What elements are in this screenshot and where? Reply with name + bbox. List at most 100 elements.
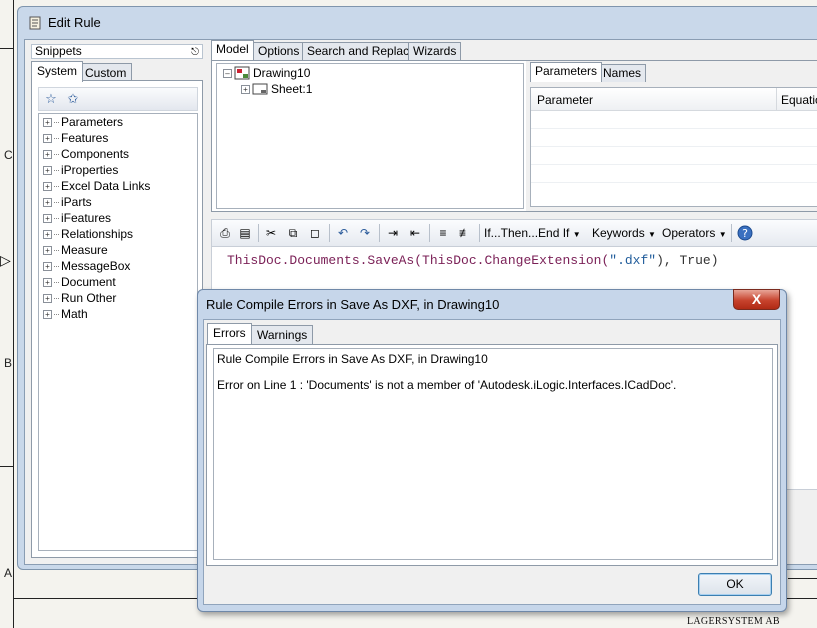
collapse-icon[interactable]: – (223, 68, 232, 78)
expand-icon[interactable]: + (43, 261, 52, 271)
model-tree: – Drawing10 + Sheet:1 (216, 63, 524, 209)
paste-icon[interactable]: ◻ (306, 223, 324, 243)
copy-icon[interactable]: ⧉ (284, 223, 302, 243)
code-toolbar: ⎙ ▤ ✂ ⧉ ◻ ↶ ↷ ⇥ ⇤ ≡ ≢ If...Then...End If… (211, 219, 817, 247)
expand-icon[interactable]: + (43, 213, 52, 223)
company-name: LAGERSYSTEM AB (687, 616, 780, 627)
expand-icon[interactable]: + (43, 133, 52, 143)
error-message: Error on Line 1 : 'Documents' is not a m… (217, 378, 677, 392)
expand-icon[interactable]: + (43, 229, 52, 239)
window-title: Edit Rule (48, 15, 101, 30)
outdent-icon[interactable]: ⇤ (406, 223, 424, 243)
tree-item-messagebox[interactable]: + MessageBox (43, 258, 130, 274)
chevron-down-icon: ▼ (648, 230, 656, 239)
expand-icon[interactable]: + (43, 149, 52, 159)
tree-node-sheet[interactable]: + Sheet:1 (241, 81, 312, 97)
pin-icon[interactable]: ⎋ (191, 46, 199, 59)
tree-item-label: Measure (61, 243, 108, 257)
tree-item-label: Features (61, 131, 109, 145)
ok-button[interactable]: OK (698, 573, 772, 596)
tree-item-iproperties[interactable]: + iProperties (43, 162, 118, 178)
window-titlebar: Edit Rule (28, 15, 101, 30)
compile-errors-dialog: Rule Compile Errors in Save As DXF, in D… (197, 289, 787, 612)
comment-icon[interactable]: ≡ (434, 223, 452, 243)
column-parameter[interactable]: Parameter (537, 93, 593, 107)
uncomment-icon[interactable]: ≢ (456, 223, 474, 243)
expand-icon[interactable]: + (43, 277, 52, 287)
tree-item-features[interactable]: + Features (43, 130, 108, 146)
border-tick (0, 466, 13, 467)
cut-icon[interactable]: ✂ (262, 223, 280, 243)
star-edit-icon[interactable]: ✩ (64, 90, 82, 108)
tree-item-components[interactable]: + Components (43, 146, 129, 162)
tree-item-document[interactable]: + Document (43, 274, 116, 290)
zone-label-c: C (4, 148, 13, 162)
tree-node-drawing[interactable]: – Drawing10 (223, 65, 310, 81)
tree-item-label: iProperties (61, 163, 119, 177)
tree-item-label: MessageBox (61, 259, 131, 273)
tree-item-label: Document (61, 275, 116, 289)
model-area: – Drawing10 + Sheet:1 Parameters Names P… (211, 60, 817, 212)
tab-names[interactable]: Names (598, 64, 647, 82)
tree-item-label: Relationships (61, 227, 134, 241)
zone-label-b: B (4, 356, 13, 370)
tree-item-excel-data-links[interactable]: + Excel Data Links (43, 178, 150, 194)
expand-icon[interactable]: + (43, 245, 52, 255)
tab-wizards[interactable]: Wizards (408, 42, 462, 60)
preview-icon[interactable]: ▤ (236, 223, 254, 243)
code-token: ThisDoc.Documents.SaveAs( (227, 253, 423, 268)
tree-item-label: iParts (61, 195, 92, 209)
print-icon[interactable]: ⎙ (216, 223, 234, 243)
column-equation[interactable]: Equatio (781, 93, 817, 107)
expand-icon[interactable]: + (43, 197, 52, 207)
svg-text:?: ? (742, 227, 748, 240)
tab-warnings[interactable]: Warnings (251, 325, 314, 344)
tree-item-label: Parameters (61, 115, 124, 129)
snippets-toolbar: ☆ ✩ (38, 87, 198, 111)
tree-item-relationships[interactable]: + Relationships (43, 226, 133, 242)
undo-icon[interactable]: ↶ (334, 223, 352, 243)
keywords-button[interactable]: Keywords ▼ (592, 223, 658, 243)
expand-icon[interactable]: + (43, 181, 52, 191)
help-icon[interactable]: ? (736, 223, 754, 243)
expand-icon[interactable]: + (43, 309, 52, 319)
tree-node-label: Drawing10 (253, 66, 311, 80)
tree-item-ifeatures[interactable]: + iFeatures (43, 210, 111, 226)
tree-item-label: Math (61, 307, 88, 321)
expand-icon[interactable]: + (241, 84, 250, 94)
operators-button[interactable]: Operators ▼ (662, 223, 728, 243)
tree-item-label: Run Other (61, 291, 117, 305)
operators-label: Operators (662, 226, 716, 240)
dialog-title: Rule Compile Errors in Save As DXF, in D… (206, 297, 500, 312)
indent-icon[interactable]: ⇥ (384, 223, 402, 243)
close-button[interactable]: X (733, 289, 780, 310)
tab-model[interactable]: Model (211, 40, 254, 60)
sheet-icon (252, 83, 268, 95)
tab-errors[interactable]: Errors (207, 323, 252, 344)
expand-icon[interactable]: + (43, 117, 52, 127)
tree-item-iparts[interactable]: + iParts (43, 194, 92, 210)
errors-textbox[interactable]: Rule Compile Errors in Save As DXF, in D… (213, 348, 773, 560)
scroll-icon (29, 16, 41, 29)
tab-search-and-replace[interactable]: Search and Replace (302, 42, 421, 60)
tab-options[interactable]: Options (253, 42, 305, 60)
keywords-label: Keywords (592, 226, 645, 240)
zone-label-a: A (4, 566, 13, 580)
tree-item-math[interactable]: + Math (43, 306, 88, 322)
expand-icon[interactable]: + (43, 293, 52, 303)
expand-icon[interactable]: + (43, 165, 52, 175)
tree-node-label: Sheet:1 (271, 82, 313, 96)
if-then-button[interactable]: If...Then...End If ▼ (484, 223, 588, 243)
tab-parameters[interactable]: Parameters (530, 62, 603, 82)
redo-icon[interactable]: ↷ (356, 223, 374, 243)
code-string: ".dxf" (609, 253, 657, 268)
arrow-marker-icon: ▷ (0, 252, 11, 268)
tree-item-measure[interactable]: + Measure (43, 242, 108, 258)
tree-item-parameters[interactable]: + Parameters (43, 114, 123, 130)
star-filter-icon[interactable]: ☆ (42, 90, 60, 108)
tab-system[interactable]: System (31, 61, 84, 82)
tree-item-run-other[interactable]: + Run Other (43, 290, 116, 306)
code-line-1[interactable]: ThisDoc.Documents.SaveAs(ThisDoc.ChangeE… (227, 253, 719, 268)
snippets-tree: + Parameters + Features + Components + iProp… (38, 113, 198, 551)
errors-page: Rule Compile Errors in Save As DXF, in D… (206, 344, 778, 566)
